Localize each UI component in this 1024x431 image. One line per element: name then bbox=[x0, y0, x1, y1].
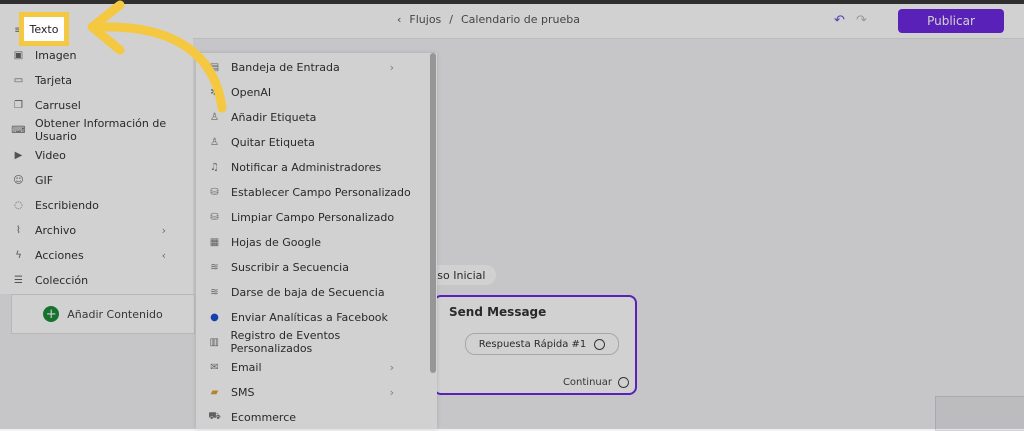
chevron-right-icon: › bbox=[389, 360, 394, 374]
list-icon: ☰ bbox=[14, 274, 23, 286]
chevron-left-icon: ‹ bbox=[161, 248, 166, 262]
submenu-scrollbar[interactable] bbox=[430, 53, 436, 373]
submenu-item-label: Enviar Analíticas a Facebook bbox=[231, 310, 388, 324]
breadcrumb-current: Calendario de prueba bbox=[461, 13, 580, 26]
cart-icon: ⛟ bbox=[208, 410, 221, 422]
menu-item-gif[interactable]: ☺ GIF bbox=[12, 170, 182, 190]
redo-icon[interactable]: ↷ bbox=[856, 13, 867, 28]
continue-output[interactable]: Continuar bbox=[563, 377, 629, 388]
menu-item-coleccion[interactable]: ☰ Colección bbox=[12, 270, 182, 290]
user-tag-icon: ♙ bbox=[210, 136, 219, 148]
menu-item-acciones[interactable]: ϟ Acciones ‹ bbox=[12, 245, 182, 265]
gif-icon: ☺ bbox=[13, 174, 24, 186]
menu-item-archivo[interactable]: ⌇ Archivo › bbox=[12, 220, 182, 240]
chart-icon: ▥ bbox=[209, 336, 219, 348]
menu-item-escribiendo[interactable]: ◌ Escribiendo bbox=[12, 195, 182, 215]
breadcrumb-flows[interactable]: Flujos bbox=[409, 13, 441, 26]
bell-icon: ♫ bbox=[210, 161, 219, 173]
menu-item-label: GIF bbox=[35, 173, 54, 187]
menu-item-label: Colección bbox=[35, 273, 89, 287]
submenu-item-sms[interactable]: ▰ SMS › bbox=[208, 382, 418, 402]
submenu-item-label: Darse de baja de Secuencia bbox=[231, 285, 385, 299]
chevron-right-icon: › bbox=[161, 223, 166, 237]
submenu-item-suscribir[interactable]: ≋ Suscribir a Secuencia bbox=[208, 257, 418, 277]
breadcrumb: ‹ Flujos / Calendario de prueba bbox=[397, 13, 580, 26]
chevron-right-icon: › bbox=[389, 60, 394, 74]
mail-icon: ✉ bbox=[210, 361, 219, 373]
menu-item-label: Acciones bbox=[35, 248, 84, 262]
back-chevron-icon[interactable]: ‹ bbox=[397, 13, 401, 26]
submenu-item-ecommerce[interactable]: ⛟ Ecommerce bbox=[208, 407, 418, 427]
submenu-item-quitar-etiqueta[interactable]: ♙ Quitar Etiqueta bbox=[208, 132, 418, 152]
submenu-item-email[interactable]: ✉ Email › bbox=[208, 357, 418, 377]
submenu-item-notificar[interactable]: ♫ Notificar a Administradores bbox=[208, 157, 418, 177]
submenu-item-label: Establecer Campo Personalizado bbox=[231, 185, 411, 199]
submenu-item-label: Email bbox=[231, 360, 262, 374]
sequence-icon: ≋ bbox=[210, 286, 219, 298]
submenu-item-label: Ecommerce bbox=[231, 410, 297, 424]
add-content-label: Añadir Contenido bbox=[67, 307, 163, 321]
submenu-item-limpiar-campo[interactable]: ⛁ Limpiar Campo Personalizado bbox=[208, 207, 418, 227]
send-message-node[interactable]: Send Message Respuesta Rápida #1 Continu… bbox=[433, 295, 637, 395]
menu-item-video[interactable]: ▶ Video bbox=[12, 145, 182, 165]
quick-reply-button[interactable]: Respuesta Rápida #1 bbox=[465, 333, 619, 355]
paperclip-icon: ⌇ bbox=[16, 224, 21, 236]
menu-item-label: Escribiendo bbox=[35, 198, 99, 212]
sequence-icon: ≋ bbox=[210, 261, 219, 273]
sms-icon: ▰ bbox=[210, 386, 219, 398]
sheet-icon: ▦ bbox=[209, 236, 220, 248]
submenu-item-hojas-google[interactable]: ▦ Hojas de Google bbox=[208, 232, 418, 252]
add-content-button[interactable]: + Añadir Contenido bbox=[11, 294, 195, 334]
submenu-item-label: Notificar a Administradores bbox=[231, 160, 382, 174]
submenu-item-label: Limpiar Campo Personalizado bbox=[231, 210, 395, 224]
submenu-item-label: Suscribir a Secuencia bbox=[231, 260, 349, 274]
submenu-item-facebook[interactable]: ● Enviar Analíticas a Facebook bbox=[208, 307, 418, 327]
undo-icon[interactable]: ↶ bbox=[834, 13, 845, 28]
minimap-panel bbox=[935, 396, 1024, 431]
continue-label: Continuar bbox=[562, 377, 612, 388]
quick-reply-label: Respuesta Rápida #1 bbox=[478, 338, 587, 350]
connector-circle-icon[interactable] bbox=[618, 377, 629, 388]
facebook-icon: ● bbox=[210, 311, 219, 323]
submenu-item-label: Registro de Eventos Personalizados bbox=[230, 329, 341, 355]
submenu-item-registro-eventos[interactable]: ▥ Registro de Eventos Personalizados bbox=[208, 329, 418, 355]
pointer-arrow-icon bbox=[87, 0, 227, 113]
plus-icon: + bbox=[43, 306, 60, 322]
database-icon: ⛁ bbox=[210, 186, 219, 198]
database-icon: ⛁ bbox=[210, 211, 219, 223]
publish-button[interactable]: Publicar bbox=[898, 9, 1004, 33]
submenu-item-label: Quitar Etiqueta bbox=[231, 135, 315, 149]
chevron-right-icon: › bbox=[389, 385, 394, 399]
breadcrumb-separator: / bbox=[449, 13, 453, 26]
menu-item-label: Archivo bbox=[35, 223, 77, 237]
submenu-item-label: Hojas de Google bbox=[231, 235, 322, 249]
submenu-item-label: SMS bbox=[231, 385, 255, 399]
video-icon: ▶ bbox=[14, 149, 23, 161]
typing-icon: ◌ bbox=[14, 199, 23, 211]
submenu-item-darse-baja[interactable]: ≋ Darse de baja de Secuencia bbox=[208, 282, 418, 302]
menu-item-label: Video bbox=[35, 148, 66, 162]
node-title: Send Message bbox=[449, 305, 547, 319]
connector-circle-icon[interactable] bbox=[594, 338, 606, 350]
lightning-icon: ϟ bbox=[15, 249, 22, 261]
submenu-item-establecer-campo[interactable]: ⛁ Establecer Campo Personalizado bbox=[208, 182, 418, 202]
